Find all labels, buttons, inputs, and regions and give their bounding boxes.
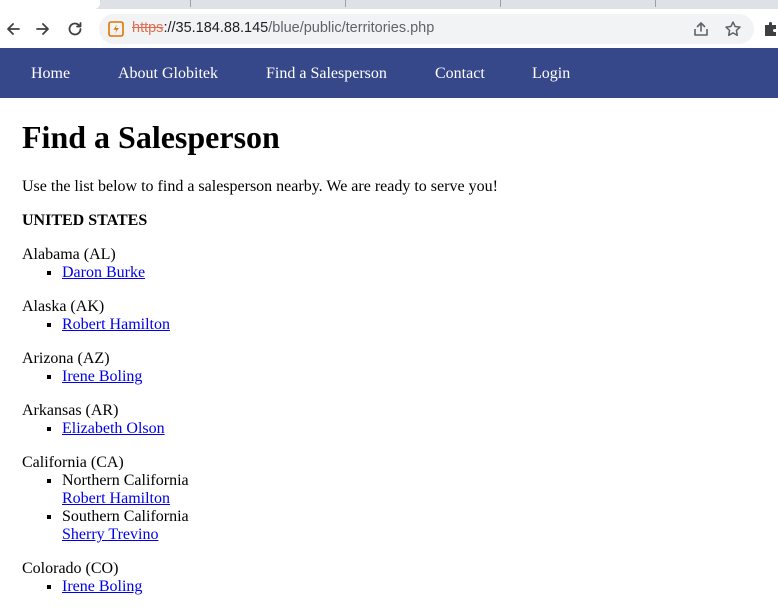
salesperson-list: Irene Boling: [22, 578, 742, 596]
site-nav: Home About Globitek Find a Salesperson C…: [0, 48, 778, 98]
country-heading: UNITED STATES: [22, 212, 148, 229]
active-tab[interactable]: [0, 0, 100, 9]
list-item: Daron Burke: [62, 264, 742, 282]
state-item: Alabama (AL) Daron Burke: [22, 246, 742, 282]
state-item: Arizona (AZ) Irene Boling: [22, 350, 742, 386]
salesperson-link[interactable]: Daron Burke: [62, 264, 145, 281]
salesperson-link[interactable]: Robert Hamilton: [62, 316, 170, 333]
salesperson-list: Robert Hamilton: [22, 316, 742, 334]
forward-arrow-icon: [36, 23, 49, 35]
region-name: Southern California: [62, 508, 189, 525]
tab-divider: [500, 0, 501, 7]
reload-icon: [68, 22, 82, 36]
back-arrow-icon: [7, 23, 20, 35]
list-item: Northern California Robert Hamilton: [62, 472, 742, 508]
state-name: Alaska (AK): [22, 298, 105, 315]
salesperson-link[interactable]: Robert Hamilton: [62, 490, 170, 507]
share-icon: [694, 22, 708, 36]
salesperson-link[interactable]: Sherry Trevino: [62, 526, 158, 543]
tab-divider: [190, 0, 191, 7]
page-title: Find a Salesperson: [22, 119, 280, 155]
address-bar[interactable]: https://35.184.88.145/blue/public/territ…: [99, 14, 754, 44]
state-name: Alabama (AL): [22, 246, 116, 263]
list-item: Southern California Sherry Trevino: [62, 508, 742, 544]
salesperson-link[interactable]: Elizabeth Olson: [62, 420, 165, 437]
browser-toolbar: https://35.184.88.145/blue/public/territ…: [0, 9, 778, 48]
share-button[interactable]: [692, 20, 710, 38]
state-name: California (CA): [22, 454, 124, 471]
state-item: Alaska (AK) Robert Hamilton: [22, 298, 742, 334]
star-icon: [725, 21, 741, 37]
not-secure-warning-icon[interactable]: [108, 21, 124, 37]
intro-text: Use the list below to find a salesperson…: [22, 178, 498, 195]
list-item: Elizabeth Olson: [62, 420, 742, 438]
tab-divider: [655, 0, 656, 7]
state-name: Arkansas (AR): [22, 402, 119, 419]
nav-find-salesperson-link[interactable]: Find a Salesperson: [266, 65, 387, 83]
puzzle-icon[interactable]: [762, 20, 778, 38]
salesperson-link[interactable]: Irene Boling: [62, 578, 142, 595]
url-path: /blue/public/territories.php: [268, 20, 435, 36]
forward-button[interactable]: [30, 16, 56, 42]
salesperson-list: Elizabeth Olson: [22, 420, 742, 438]
reload-button[interactable]: [62, 16, 88, 42]
state-name: Colorado (CO): [22, 560, 119, 577]
list-item: Irene Boling: [62, 578, 742, 596]
region-name: Northern California: [62, 472, 189, 489]
url-host: ://35.184.88.145: [163, 20, 269, 36]
salesperson-list: Irene Boling: [22, 368, 742, 386]
list-item: Irene Boling: [62, 368, 742, 386]
list-item: Robert Hamilton: [62, 316, 742, 334]
nav-about-link[interactable]: About Globitek: [118, 65, 218, 83]
tab-strip: [0, 0, 778, 9]
state-item: Arkansas (AR) Elizabeth Olson: [22, 402, 742, 438]
state-item: Colorado (CO) Irene Boling: [22, 560, 742, 596]
salesperson-list: Daron Burke: [22, 264, 742, 282]
salesperson-list: Northern California Robert Hamilton Sout…: [22, 472, 742, 544]
tab-divider: [345, 0, 346, 7]
bookmark-button[interactable]: [724, 20, 742, 38]
url-scheme: https: [132, 20, 164, 36]
state-item: California (CA) Northern California Robe…: [22, 454, 742, 544]
state-list: Alabama (AL) Daron Burke Alaska (AK) Rob…: [22, 246, 742, 612]
salesperson-link[interactable]: Irene Boling: [62, 368, 142, 385]
url-text[interactable]: https://35.184.88.145/blue/public/territ…: [132, 20, 434, 36]
nav-login-link[interactable]: Login: [532, 65, 570, 83]
nav-home-link[interactable]: Home: [31, 65, 70, 83]
back-button[interactable]: [0, 16, 26, 42]
state-name: Arizona (AZ): [22, 350, 110, 367]
nav-contact-link[interactable]: Contact: [435, 65, 485, 83]
